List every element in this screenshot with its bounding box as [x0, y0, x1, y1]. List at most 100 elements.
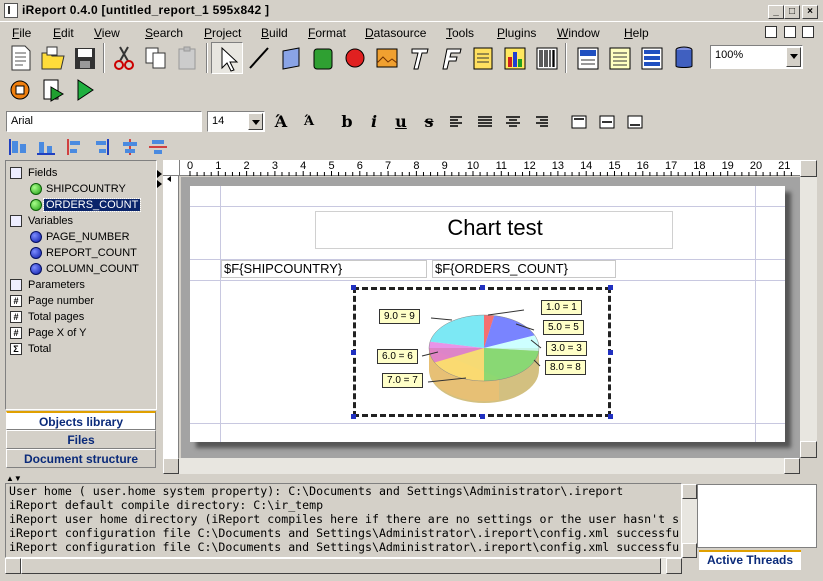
menu-help[interactable]: Help [624, 26, 649, 40]
groups-button[interactable] [604, 42, 636, 74]
same-height-icon[interactable] [148, 138, 168, 156]
text-field-tool-button[interactable] [435, 42, 467, 74]
run-report-button[interactable] [37, 74, 69, 106]
report-title-text[interactable]: Chart test [315, 211, 673, 249]
field-shipcountry-textfield[interactable]: $F{SHIPCOUNTRY} [221, 260, 427, 278]
open-button[interactable] [37, 42, 69, 74]
save-button[interactable] [69, 42, 101, 74]
splitter-arrows-icon[interactable]: ▲▼ [6, 475, 22, 483]
compile-button[interactable] [5, 74, 37, 106]
band-title[interactable] [190, 206, 785, 207]
round-rectangle-tool-button[interactable] [307, 42, 339, 74]
resize-handle[interactable] [480, 414, 485, 419]
menu-edit[interactable]: Edit [53, 26, 74, 40]
tree-variables-node[interactable]: Variables [10, 213, 75, 229]
line-tool-button[interactable] [243, 42, 275, 74]
menu-format[interactable]: Format [308, 26, 346, 40]
minimize-button[interactable]: _ [768, 5, 784, 19]
rectangle-tool-button[interactable] [275, 42, 307, 74]
tree-field-shipcountry[interactable]: SHIPCOUNTRY [30, 181, 128, 197]
band-summary[interactable] [190, 423, 785, 424]
decrease-font-button[interactable]: Ά [298, 111, 320, 133]
tree-page-number[interactable]: # Page number [10, 293, 96, 309]
increase-font-button[interactable]: Ά [270, 111, 292, 133]
valign-middle-button[interactable] [596, 111, 618, 133]
menu-view[interactable]: View [94, 26, 120, 40]
field-orders-count-textfield[interactable]: $F{ORDERS_COUNT} [432, 260, 616, 278]
menu-file[interactable]: File [12, 26, 31, 40]
align-left-button[interactable] [446, 111, 468, 133]
database-button[interactable] [668, 42, 700, 74]
chevron-down-icon[interactable] [248, 113, 263, 130]
menu-plugins[interactable]: Plugins [497, 26, 536, 40]
resize-handle[interactable] [608, 285, 613, 290]
scroll-thumb[interactable] [21, 558, 661, 574]
strikethrough-button[interactable]: s [418, 111, 440, 133]
tab-files[interactable]: Files [6, 430, 156, 449]
scroll-down-button[interactable] [682, 543, 697, 558]
align-right-edges-icon[interactable] [92, 138, 112, 156]
canvas-vertical-scrollbar[interactable] [800, 160, 817, 458]
new-report-button[interactable] [5, 42, 37, 74]
menu-window[interactable]: Window [557, 26, 600, 40]
resize-handle[interactable] [351, 414, 356, 419]
menu-project[interactable]: Project [204, 26, 241, 40]
menu-tools[interactable]: Tools [446, 26, 474, 40]
resize-handle[interactable] [351, 285, 356, 290]
scroll-up-button[interactable] [800, 160, 817, 177]
scroll-left-button[interactable] [163, 458, 179, 474]
float-window-icon[interactable] [765, 26, 777, 38]
console-horizontal-scrollbar[interactable] [5, 558, 682, 574]
copy-button[interactable] [140, 42, 172, 74]
menu-build[interactable]: Build [261, 26, 288, 40]
band-header-button[interactable] [572, 42, 604, 74]
scroll-down-button[interactable] [800, 441, 817, 458]
maximize-button[interactable]: □ [784, 5, 800, 19]
tree-field-orders-count[interactable]: ORDERS_COUNT [30, 197, 142, 213]
paste-button[interactable] [172, 42, 204, 74]
scroll-right-button[interactable] [784, 458, 800, 474]
align-center-vertical-icon[interactable] [64, 138, 84, 156]
close-window-icon[interactable] [784, 26, 796, 38]
tree-total[interactable]: Σ Total [10, 341, 53, 357]
bold-button[interactable]: b [336, 111, 358, 133]
align-center-button[interactable] [502, 111, 524, 133]
tree-variable-page-number[interactable]: PAGE_NUMBER [30, 229, 132, 245]
tab-objects-library[interactable]: Objects library [6, 411, 156, 430]
canvas-horizontal-scrollbar[interactable] [163, 458, 800, 474]
ellipse-tool-button[interactable] [339, 42, 371, 74]
report-canvas[interactable]: Chart test $F{SHIPCOUNTRY} $F{ORDERS_COU… [181, 177, 800, 458]
tree-parameters-node[interactable]: Parameters [10, 277, 87, 293]
static-text-tool-button[interactable] [403, 42, 435, 74]
italic-button[interactable]: i [363, 111, 385, 133]
align-left-edges-icon[interactable] [8, 138, 28, 156]
pie-chart-element[interactable]: 1.0 = 1 5.0 = 5 3.0 = 3 8.0 = 8 9.0 = 9 … [351, 285, 613, 419]
font-name-select[interactable]: Arial [6, 111, 202, 132]
pointer-tool-button[interactable] [211, 42, 243, 74]
tree-page-x-of-y[interactable]: # Page X of Y [10, 325, 89, 341]
report-page[interactable]: Chart test $F{SHIPCOUNTRY} $F{ORDERS_COU… [190, 186, 785, 442]
align-justify-button[interactable] [474, 111, 496, 133]
chevron-down-icon[interactable] [786, 47, 801, 67]
image-tool-button[interactable] [371, 42, 403, 74]
scroll-left-button[interactable] [5, 558, 21, 574]
tree-fields-node[interactable]: Fields [10, 165, 59, 181]
scroll-right-button[interactable] [666, 558, 682, 574]
resize-handle[interactable] [480, 285, 485, 290]
barcode-tool-button[interactable] [531, 42, 563, 74]
same-width-icon[interactable] [120, 138, 140, 156]
align-bottom-edges-icon[interactable] [36, 138, 56, 156]
font-size-select[interactable]: 14 [207, 111, 265, 132]
valign-top-button[interactable] [568, 111, 590, 133]
tree-total-pages[interactable]: # Total pages [10, 309, 86, 325]
log-console[interactable]: User home ( user.home system property): … [5, 483, 682, 558]
resize-handle[interactable] [608, 414, 613, 419]
cut-button[interactable] [108, 42, 140, 74]
restore-window-icon[interactable] [802, 26, 814, 38]
tree-variable-column-count[interactable]: COLUMN_COUNT [30, 261, 141, 277]
tab-active-threads[interactable]: Active Threads [699, 550, 801, 570]
band-marker-icon[interactable] [157, 170, 162, 178]
active-threads-panel[interactable] [697, 484, 817, 548]
resize-handle[interactable] [608, 350, 613, 355]
page-layout-button[interactable] [636, 42, 668, 74]
